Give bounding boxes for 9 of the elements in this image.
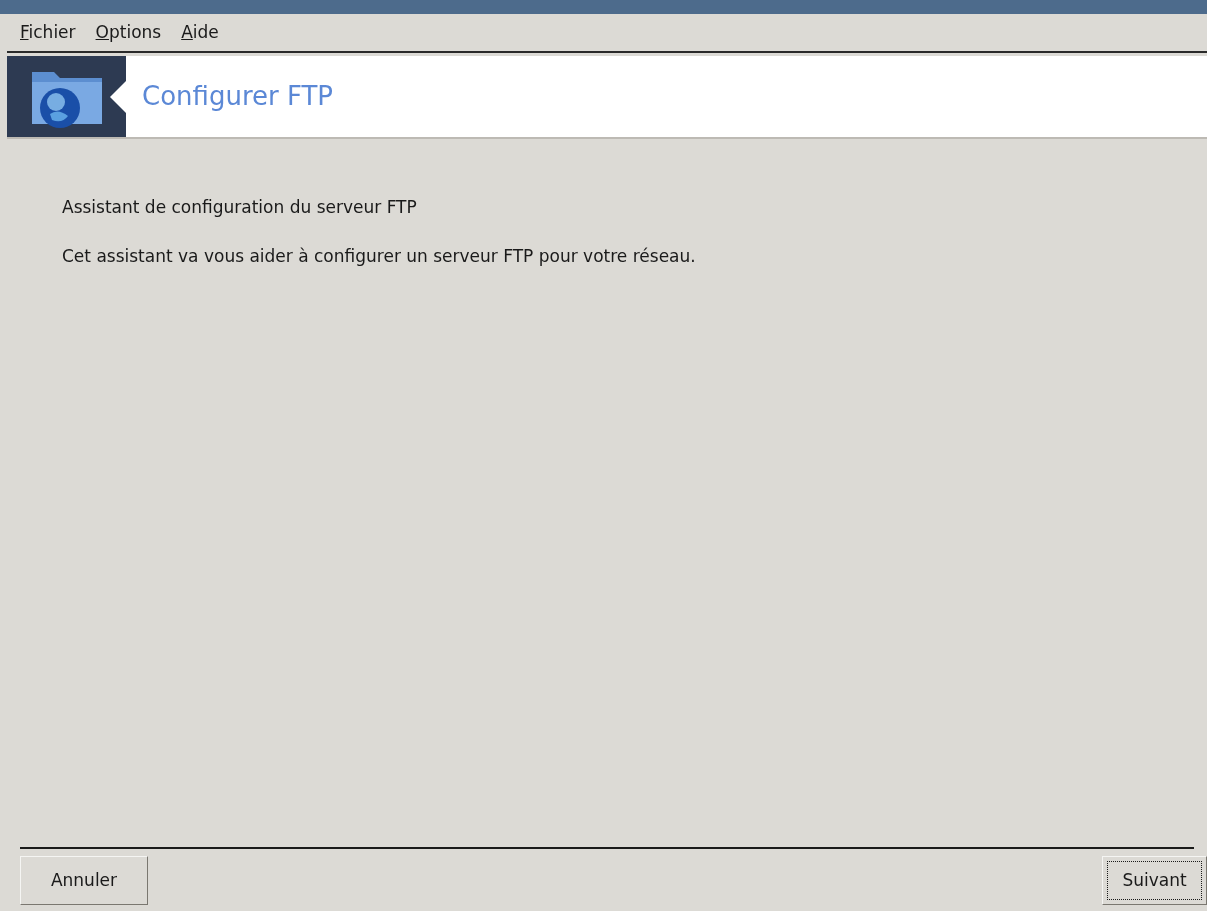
banner-notch bbox=[110, 81, 126, 113]
wizard-button[interactable]: Annuler bbox=[20, 856, 148, 905]
wizard-button[interactable]: Suivant bbox=[1102, 856, 1207, 905]
page-title: Configurer FTP bbox=[142, 80, 334, 113]
menu-item[interactable]: Options bbox=[95, 19, 162, 46]
menu-item[interactable]: Fichier bbox=[20, 19, 76, 46]
menu-item[interactable]: Aide bbox=[181, 19, 219, 46]
wizard-heading: Assistant de configuration du serveur FTP bbox=[62, 196, 418, 219]
wizard-description: Cet assistant va vous aider à configurer un serveur FTP pour votre réseau. bbox=[62, 244, 697, 268]
